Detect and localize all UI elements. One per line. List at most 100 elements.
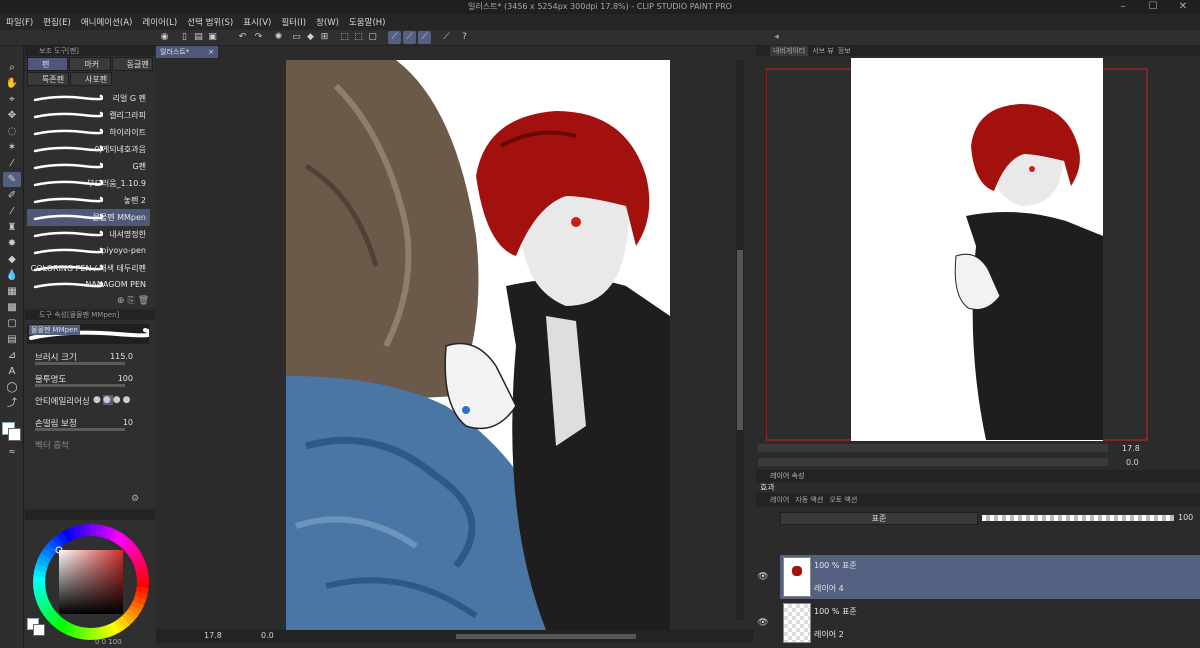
maximize-icon[interactable]: ☐ <box>1138 0 1168 14</box>
layer-prop-tab[interactable]: 레이어 속성 <box>756 470 1200 482</box>
figure-icon[interactable]: ▢ <box>3 316 21 331</box>
navigator-angle[interactable]: 0.0 <box>1126 458 1139 467</box>
zoom-tool-icon[interactable]: ⌕ <box>3 60 21 75</box>
brush-item[interactable]: 부드러움_1.10.9 <box>27 175 150 192</box>
snap-ruler-icon[interactable]: ⟋ <box>388 31 401 44</box>
brush-icon[interactable]: ⁄ <box>3 204 21 219</box>
text-tool-icon[interactable]: A <box>3 364 21 379</box>
balloon-icon[interactable]: ◯ <box>3 380 21 395</box>
layer-opacity-value[interactable]: 100 <box>1178 513 1193 522</box>
brush-item[interactable]: 몰몰펜 MMpen <box>27 209 150 226</box>
menu-edit[interactable]: 편집(E) <box>43 16 71 28</box>
crop-icon[interactable]: ▢ <box>366 31 379 44</box>
brush-item[interactable]: 놓펜 2 <box>27 192 150 209</box>
blend-icon[interactable]: 💧 <box>3 268 21 283</box>
gradient-icon[interactable]: ▩ <box>3 300 21 315</box>
hand-tool-icon[interactable]: ✋ <box>3 76 21 91</box>
brush-item[interactable]: 이게되네호과음 <box>27 141 150 158</box>
tab-round-pen[interactable]: 동글펜 <box>111 57 153 71</box>
airbrush-icon[interactable]: ♜ <box>3 220 21 235</box>
pencil-icon[interactable]: ✐ <box>3 188 21 203</box>
antialias-options[interactable]: ●●●● <box>93 395 132 405</box>
opacity-slider[interactable] <box>35 384 125 387</box>
tab-sandpaper-pen[interactable]: 사포펜 <box>70 72 112 86</box>
minimize-icon[interactable]: – <box>1108 0 1138 14</box>
document-tab-close-icon[interactable]: × <box>208 46 214 58</box>
loading-icon[interactable]: ✺ <box>272 31 285 44</box>
tab-marker[interactable]: 마커 <box>69 57 111 71</box>
toolprop-settings-icon[interactable]: ⚙ <box>131 494 139 504</box>
invert-select-icon[interactable]: ⬚ <box>352 31 365 44</box>
menu-layer[interactable]: 레이어(L) <box>142 16 177 28</box>
brush-item[interactable]: COLORING PEN / 채색 테두리펜 <box>27 260 150 277</box>
tab-special-pen[interactable]: 특존펜 <box>27 72 69 86</box>
frame-icon[interactable]: ▤ <box>3 332 21 347</box>
lasso-icon[interactable]: ◌ <box>3 124 21 139</box>
transform-icon[interactable]: ⊞ <box>318 31 331 44</box>
tab-layer[interactable]: 레이어 <box>770 494 789 506</box>
menu-window[interactable]: 창(W) <box>316 16 339 28</box>
fill-tool-icon[interactable]: ▦ <box>3 284 21 299</box>
stabilization-slider[interactable] <box>35 428 125 431</box>
menu-filter[interactable]: 필터(I) <box>281 16 306 28</box>
canvas-hscroll[interactable] <box>456 634 636 639</box>
document-tab[interactable]: 일러스트* × <box>156 46 218 58</box>
blend-mode-select[interactable]: 표준 <box>780 512 978 525</box>
magic-wand-icon[interactable]: ✶ <box>3 140 21 155</box>
ruler-icon[interactable]: ⟋ <box>440 31 453 44</box>
tab-subview[interactable]: 서브 뷰 <box>812 46 834 56</box>
opacity-value[interactable]: 100 <box>118 374 133 383</box>
redo-icon[interactable]: ↷ <box>252 31 265 44</box>
stabilization-value[interactable]: 10 <box>123 418 133 427</box>
canvas-artwork[interactable] <box>156 46 753 636</box>
correct-line-icon[interactable]: ⤴ <box>3 396 21 411</box>
help-icon[interactable]: ? <box>458 31 471 44</box>
snap-special-ruler-icon[interactable]: ⟋ <box>403 31 416 44</box>
brush-item[interactable]: NANAGOM PEN <box>27 277 150 294</box>
layer-opacity-slider[interactable] <box>982 515 1174 521</box>
stabilization-row[interactable]: 손떨림 보정 10 <box>29 414 151 432</box>
close-icon[interactable]: ✕ <box>1168 0 1198 14</box>
navigator-zoom[interactable]: 17.8 <box>1122 444 1140 453</box>
color-sub-swatch[interactable] <box>33 624 45 636</box>
snap-grid-icon[interactable]: ⟋ <box>418 31 431 44</box>
sub-color-swatch[interactable] <box>8 428 21 441</box>
fill-icon[interactable]: ◆ <box>304 31 317 44</box>
panel-collapse-icon[interactable]: ◂ <box>770 31 783 44</box>
operation-tool-icon[interactable]: ⌖ <box>3 92 21 107</box>
decoration-icon[interactable]: ✸ <box>3 236 21 251</box>
transparent-color-icon[interactable]: ≈ <box>3 444 21 459</box>
canvas-angle[interactable]: 0.0 <box>261 631 274 640</box>
eyedropper-icon[interactable]: ⁄ <box>3 156 21 171</box>
open-file-icon[interactable]: ▤ <box>192 31 205 44</box>
brush-item[interactable]: 리얼 G 펜 <box>27 90 150 107</box>
brush-size-value[interactable]: 115.0 <box>110 352 133 361</box>
antialias-row[interactable]: 안티에일리어싱 ●●●● <box>29 392 151 410</box>
menu-selection[interactable]: 선택 범위(S) <box>187 16 233 28</box>
navigator-rotate-slider[interactable] <box>758 458 1108 466</box>
brush-item[interactable]: G펜 <box>27 158 150 175</box>
brush-item[interactable]: 캘리그라피 <box>27 107 150 124</box>
clear-icon[interactable]: ▭ <box>290 31 303 44</box>
layer-4-visibility-icon[interactable]: 👁 <box>756 572 770 582</box>
undo-icon[interactable]: ↶ <box>236 31 249 44</box>
opacity-row[interactable]: 불투명도 100 <box>29 370 151 388</box>
subtool-actions[interactable]: ⊕⎘🗑 <box>117 296 152 306</box>
menu-help[interactable]: 도움말(H) <box>349 16 385 28</box>
brush-item[interactable]: piyoyo-pen <box>27 243 150 260</box>
menu-view[interactable]: 표시(V) <box>243 16 271 28</box>
save-icon[interactable]: ▣ <box>206 31 219 44</box>
layer-2-visibility-icon[interactable]: 👁 <box>756 618 770 628</box>
deselect-icon[interactable]: ⬚ <box>338 31 351 44</box>
canvas-zoom[interactable]: 17.8 <box>204 631 222 640</box>
layer-row-2[interactable]: 100 % 표준 레이어 2 <box>780 601 1200 645</box>
eraser-icon[interactable]: ◆ <box>3 252 21 267</box>
canvas-area[interactable] <box>156 46 753 636</box>
brush-size-row[interactable]: 브러시 크기 115.0 <box>29 348 151 366</box>
brush-item[interactable]: 내셔명정한 <box>27 226 150 243</box>
tab-info[interactable]: 정보 <box>838 46 851 56</box>
layer-row-4[interactable]: 100 % 표준 레이어 4 <box>780 555 1200 599</box>
brush-size-slider[interactable] <box>35 362 125 365</box>
tab-pen[interactable]: 펜 <box>27 57 69 71</box>
menu-file[interactable]: 파일(F) <box>6 16 33 28</box>
